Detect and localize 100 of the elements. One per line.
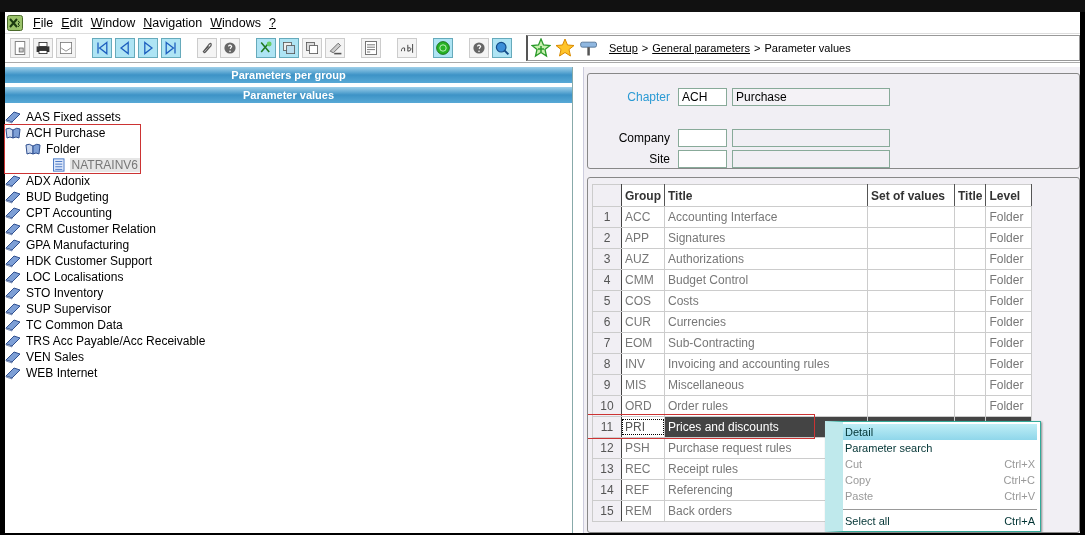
table-cell: Sub-Contracting bbox=[664, 332, 868, 354]
table-cell: Folder bbox=[985, 374, 1032, 396]
tree-item[interactable]: VEN Sales bbox=[24, 350, 87, 364]
copy-icon bbox=[281, 40, 297, 56]
breadcrumb-link[interactable]: General parameters bbox=[652, 42, 750, 54]
table-cell: PSH bbox=[621, 437, 665, 459]
stamp-icon bbox=[327, 40, 343, 56]
paperclip-button[interactable] bbox=[197, 38, 217, 58]
tree-item[interactable]: STO Inventory bbox=[24, 286, 106, 300]
paste-button[interactable] bbox=[302, 38, 322, 58]
tree-item[interactable]: GPA Manufacturing bbox=[24, 238, 132, 252]
tree-item[interactable]: ADX Adonix bbox=[24, 174, 93, 188]
page-icon bbox=[12, 40, 28, 56]
table-cell: Folder bbox=[985, 332, 1032, 354]
code-field[interactable]: ACH bbox=[678, 87, 727, 106]
column-header[interactable]: Group bbox=[621, 184, 665, 207]
copy-button[interactable] bbox=[279, 38, 299, 58]
row-number: 14 bbox=[592, 479, 622, 501]
breadcrumb-text: Parameter values bbox=[764, 42, 851, 54]
table-cell: Signatures bbox=[664, 227, 868, 249]
star-icon[interactable] bbox=[555, 38, 575, 58]
row-number: 13 bbox=[592, 458, 622, 480]
tree-item[interactable]: ACH Purchase bbox=[24, 126, 108, 140]
table-cell: Folder bbox=[985, 395, 1032, 417]
tree-item[interactable]: Folder bbox=[44, 142, 82, 156]
code-field[interactable] bbox=[678, 149, 727, 168]
printer-button[interactable] bbox=[33, 38, 53, 58]
tree-item[interactable]: CPT Accounting bbox=[24, 206, 114, 220]
help-icon bbox=[471, 40, 487, 56]
row-number: 9 bbox=[592, 374, 622, 396]
code-field[interactable] bbox=[678, 128, 727, 147]
table-cell: Budget Control bbox=[664, 269, 868, 291]
first-icon bbox=[94, 40, 110, 56]
zoom-button[interactable] bbox=[492, 38, 512, 58]
table-cell: Order rules bbox=[664, 395, 868, 417]
table-cell: Folder bbox=[985, 290, 1032, 312]
table-cell: CMM bbox=[621, 269, 665, 291]
help-button[interactable] bbox=[220, 38, 240, 58]
tree-item[interactable]: WEB Internet bbox=[24, 366, 100, 380]
text-button[interactable] bbox=[397, 38, 417, 58]
table-cell: Folder bbox=[985, 206, 1032, 228]
row-number: 3 bbox=[592, 248, 622, 270]
table-cell: COS bbox=[621, 290, 665, 312]
table-cell: Accounting Interface bbox=[664, 206, 868, 228]
tree-item[interactable]: CRM Customer Relation bbox=[24, 222, 159, 236]
tree-item[interactable]: HDK Customer Support bbox=[24, 254, 155, 268]
next-button[interactable] bbox=[138, 38, 158, 58]
column-header[interactable]: Set of values bbox=[867, 184, 955, 207]
form-button[interactable] bbox=[361, 38, 381, 58]
row-number: 15 bbox=[592, 500, 622, 522]
tree-item[interactable]: TC Common Data bbox=[24, 318, 125, 332]
previous-button[interactable] bbox=[115, 38, 135, 58]
breadcrumb-link[interactable]: Setup bbox=[609, 42, 638, 54]
paste-icon bbox=[304, 40, 320, 56]
tree-item[interactable]: BUD Budgeting bbox=[24, 190, 111, 204]
menu-item[interactable]: Windows bbox=[206, 15, 265, 30]
tree-item[interactable]: SUP Supervisor bbox=[24, 302, 114, 316]
table-cell: MIS bbox=[621, 374, 665, 396]
table-cell: Folder bbox=[985, 227, 1032, 249]
table-cell: Folder bbox=[985, 311, 1032, 333]
menu-item[interactable]: Navigation bbox=[139, 15, 207, 30]
help-button[interactable] bbox=[469, 38, 489, 58]
menu-item[interactable]: ? bbox=[265, 15, 280, 30]
app-logo-icon bbox=[7, 14, 23, 31]
breadcrumb-text: > bbox=[641, 42, 649, 54]
row-number: 12 bbox=[592, 437, 622, 459]
table-cell: Folder bbox=[985, 248, 1032, 270]
row-number: 10 bbox=[592, 395, 622, 417]
page-button[interactable] bbox=[10, 38, 30, 58]
tree-item[interactable]: TRS Acc Payable/Acc Receivable bbox=[24, 334, 208, 348]
first-button[interactable] bbox=[92, 38, 112, 58]
tree-item[interactable]: NATRAINV6 bbox=[69, 158, 140, 172]
column-header[interactable]: Title bbox=[954, 184, 986, 207]
menu-item[interactable]: Select all Ctrl+A bbox=[843, 509, 1037, 529]
table-cell: REM bbox=[621, 500, 665, 522]
menu-item[interactable]: Detail bbox=[843, 424, 1037, 440]
table-cell: Folder bbox=[985, 269, 1032, 291]
row-number: 4 bbox=[592, 269, 622, 291]
table-cell: APP bbox=[621, 227, 665, 249]
row-number: 2 bbox=[592, 227, 622, 249]
table-cell: CUR bbox=[621, 311, 665, 333]
menu-item[interactable]: File bbox=[29, 15, 58, 30]
scissors-button[interactable] bbox=[256, 38, 276, 58]
row-number: 1 bbox=[592, 206, 622, 228]
star-plus-icon[interactable] bbox=[531, 38, 551, 58]
tree-item[interactable]: LOC Localisations bbox=[24, 270, 126, 284]
description-field: Purchase bbox=[732, 87, 890, 106]
column-header[interactable]: Title bbox=[664, 184, 868, 207]
column-header[interactable]: Level bbox=[985, 184, 1032, 207]
stamp-button[interactable] bbox=[325, 38, 345, 58]
menu-item[interactable]: Edit bbox=[57, 15, 87, 30]
help-icon bbox=[222, 40, 238, 56]
table-cell: REC bbox=[621, 458, 665, 480]
menu-item[interactable]: Window bbox=[86, 15, 140, 30]
table-cell: AUZ bbox=[621, 248, 665, 270]
last-button[interactable] bbox=[161, 38, 181, 58]
row-number: 8 bbox=[592, 353, 622, 375]
tree-item[interactable]: AAS Fixed assets bbox=[24, 110, 123, 124]
globe-button[interactable] bbox=[433, 38, 453, 58]
table-cell: ACC bbox=[621, 206, 665, 228]
